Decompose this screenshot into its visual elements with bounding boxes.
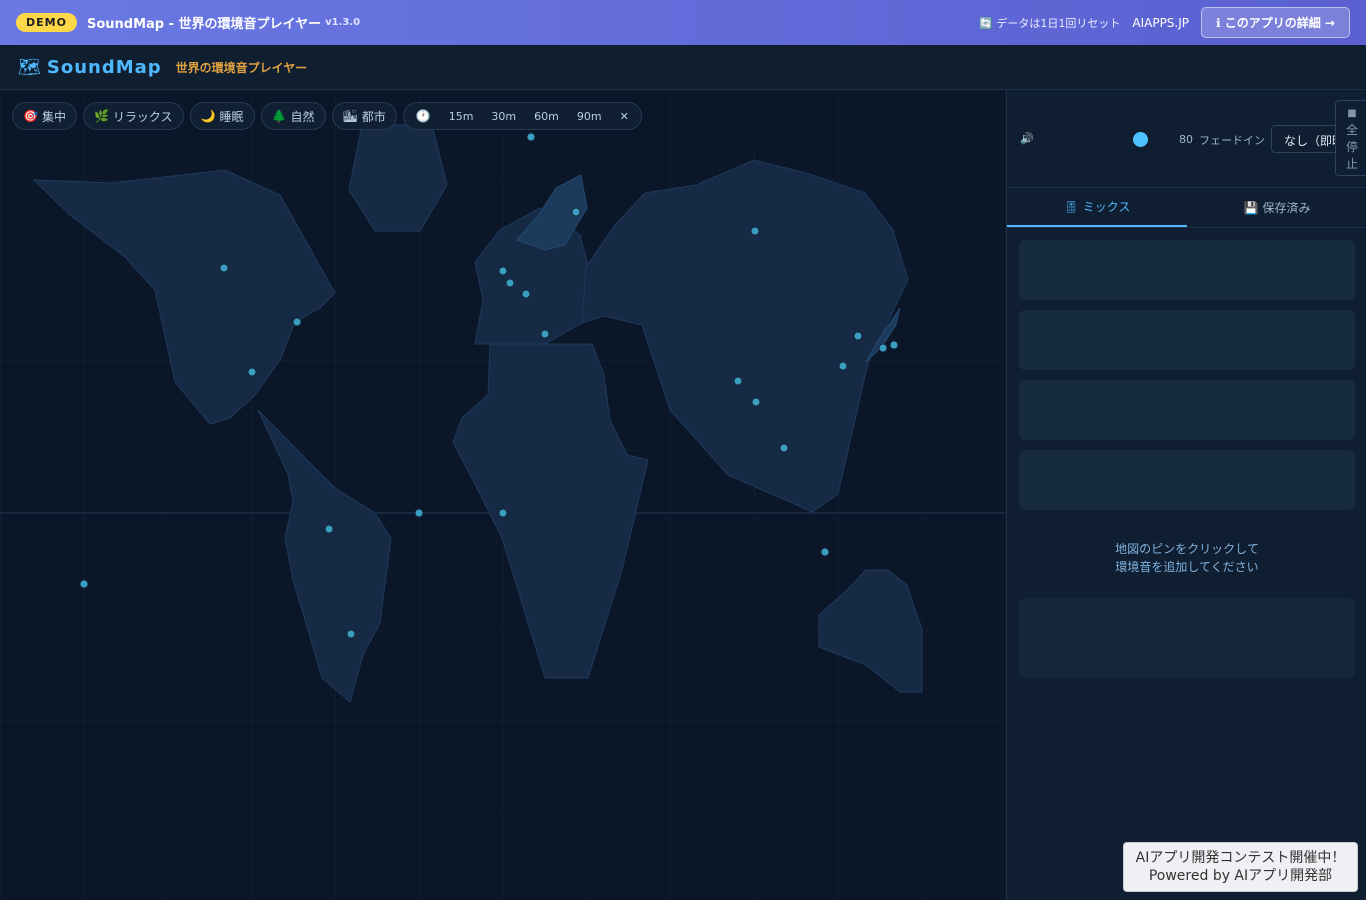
sound-pin[interactable] bbox=[733, 376, 743, 386]
info-box bbox=[1019, 598, 1355, 678]
target-icon: 🎯 bbox=[23, 109, 38, 123]
mix-slot bbox=[1019, 240, 1355, 300]
tab-mix[interactable]: 🎚 ミックス bbox=[1007, 188, 1187, 227]
sound-pin[interactable] bbox=[346, 629, 356, 639]
sound-pin[interactable] bbox=[853, 331, 863, 341]
tab-label: ミックス bbox=[1082, 200, 1131, 214]
timer-option-15m[interactable]: 15m bbox=[449, 110, 474, 123]
mix-slot bbox=[1019, 380, 1355, 440]
tree-icon: 🌲 bbox=[271, 109, 287, 123]
app-header: 🗺 SoundMap 世界の環境音プレイヤー bbox=[0, 45, 1366, 90]
stop-all-button[interactable]: ■ 全 停 止 bbox=[1335, 100, 1366, 176]
filter-chip-nature[interactable]: 🌲 自然 bbox=[260, 102, 326, 130]
filter-chip-label: 都市 bbox=[361, 109, 386, 124]
world-map-svg bbox=[0, 90, 1006, 900]
filter-chip-label: 自然 bbox=[290, 109, 315, 124]
sound-pin[interactable] bbox=[498, 266, 508, 276]
sound-pin[interactable] bbox=[505, 278, 515, 288]
contest-line: AIアプリ開発コンテスト開催中！ bbox=[1135, 850, 1346, 866]
tab-label: 保存済み bbox=[1262, 201, 1311, 215]
demo-banner: DEMO SoundMap - 世界の環境音プレイヤー v1.3.0 🔄 データ… bbox=[0, 0, 1366, 45]
mix-slot bbox=[1019, 450, 1355, 510]
sound-pin[interactable] bbox=[521, 289, 531, 299]
hint-line: 環境音を追加してください bbox=[1115, 560, 1259, 574]
sound-pin[interactable] bbox=[498, 508, 508, 518]
volume-value: 80 bbox=[1179, 133, 1193, 146]
volume-slider-handle[interactable] bbox=[1133, 132, 1148, 147]
sound-pin[interactable] bbox=[79, 579, 89, 589]
sound-pin[interactable] bbox=[838, 361, 848, 371]
mix-slot bbox=[1019, 310, 1355, 370]
timer-option-30m[interactable]: 30m bbox=[491, 110, 516, 123]
sound-pin[interactable] bbox=[292, 317, 302, 327]
stop-all-char: 全 bbox=[1345, 123, 1358, 137]
master-controls: 🔊 80 フェードイン なし（即時） ■ 全 停 止 bbox=[1007, 90, 1366, 188]
sound-pin[interactable] bbox=[751, 397, 761, 407]
filter-chip-label: 集中 bbox=[41, 109, 66, 124]
banner-app-title: SoundMap - 世界の環境音プレイヤー bbox=[86, 17, 322, 32]
master-volume-slider[interactable] bbox=[1047, 138, 1167, 141]
filter-chip-relax[interactable]: 🌿 リラックス bbox=[82, 102, 184, 130]
logo-text: SoundMap bbox=[46, 56, 162, 78]
contest-notice[interactable]: AIアプリ開発コンテスト開催中！ Powered by AIアプリ開発部 bbox=[1123, 842, 1358, 892]
sound-pin[interactable] bbox=[779, 443, 789, 453]
stop-all-char: 停 bbox=[1345, 140, 1358, 154]
timer-clear-button[interactable]: ✕ bbox=[620, 110, 629, 123]
sound-pin[interactable] bbox=[820, 547, 830, 557]
filter-bar: 🎯 集中 🌿 リラックス 🌙 睡眠 🌲 自然 🏙 都市 🕐 15m 30m 60… bbox=[12, 102, 642, 130]
sound-pin[interactable] bbox=[878, 343, 888, 353]
timer-option-60m[interactable]: 60m bbox=[534, 110, 559, 123]
app-version: v1.3.0 bbox=[325, 17, 361, 28]
map-icon: 🗺 bbox=[18, 56, 41, 78]
stop-icon: ■ bbox=[1347, 108, 1357, 119]
panel-tabs: 🎚 ミックス 💾 保存済み bbox=[1007, 188, 1366, 228]
fade-in-label: フェードイン bbox=[1199, 134, 1265, 147]
sound-pin[interactable] bbox=[889, 340, 899, 350]
sound-pin[interactable] bbox=[324, 524, 334, 534]
logo-subtitle: 世界の環境音プレイヤー bbox=[175, 60, 308, 75]
sound-pin[interactable] bbox=[571, 207, 581, 217]
floppy-icon: 💾 bbox=[1243, 200, 1259, 215]
leaf-icon: 🌿 bbox=[93, 109, 109, 123]
timer-option-90m[interactable]: 90m bbox=[577, 110, 602, 123]
filter-chip-sleep[interactable]: 🌙 睡眠 bbox=[189, 102, 255, 130]
filter-chip-label: リラックス bbox=[112, 109, 173, 124]
world-map[interactable]: 🎯 集中 🌿 リラックス 🌙 睡眠 🌲 自然 🏙 都市 🕐 15m 30m 60… bbox=[0, 90, 1006, 900]
sound-pin[interactable] bbox=[750, 226, 760, 236]
reset-note: 🔄 データは1日1回リセット bbox=[979, 16, 1121, 30]
sound-pin[interactable] bbox=[247, 367, 257, 377]
app-detail-button[interactable]: ℹ このアプリの詳細 → bbox=[1201, 7, 1350, 38]
mixer-panel: 🔊 80 フェードイン なし（即時） ■ 全 停 止 🎚 ミックス 💾 保存済み… bbox=[1006, 90, 1366, 900]
mixer-icon: 🎚 bbox=[1063, 199, 1079, 214]
aiapps-link[interactable]: AIAPPS.JP bbox=[1132, 16, 1189, 30]
filter-chip-label: 睡眠 bbox=[219, 109, 244, 124]
empty-mix-hint: 地図のピンをクリックして 環境音を追加してください bbox=[1007, 540, 1366, 576]
demo-badge: DEMO bbox=[16, 13, 77, 32]
sound-pin[interactable] bbox=[540, 329, 550, 339]
city-icon: 🏙 bbox=[342, 109, 358, 123]
filter-chip-focus[interactable]: 🎯 集中 bbox=[12, 102, 77, 130]
stop-all-char: 止 bbox=[1345, 157, 1358, 171]
sound-pin[interactable] bbox=[526, 132, 536, 142]
sound-pin[interactable] bbox=[414, 508, 424, 518]
moon-icon: 🌙 bbox=[200, 109, 216, 123]
speaker-icon: 🔊 bbox=[1020, 132, 1034, 145]
tab-saved[interactable]: 💾 保存済み bbox=[1187, 188, 1366, 227]
filter-chip-city[interactable]: 🏙 都市 bbox=[331, 102, 397, 130]
clock-icon: 🕐 bbox=[415, 109, 431, 123]
sound-pin[interactable] bbox=[219, 263, 229, 273]
hint-line: 地図のピンをクリックして bbox=[1115, 542, 1259, 556]
powered-by-line: Powered by AIアプリ開発部 bbox=[1148, 868, 1333, 884]
sleep-timer: 🕐 15m 30m 60m 90m ✕ bbox=[402, 102, 642, 130]
